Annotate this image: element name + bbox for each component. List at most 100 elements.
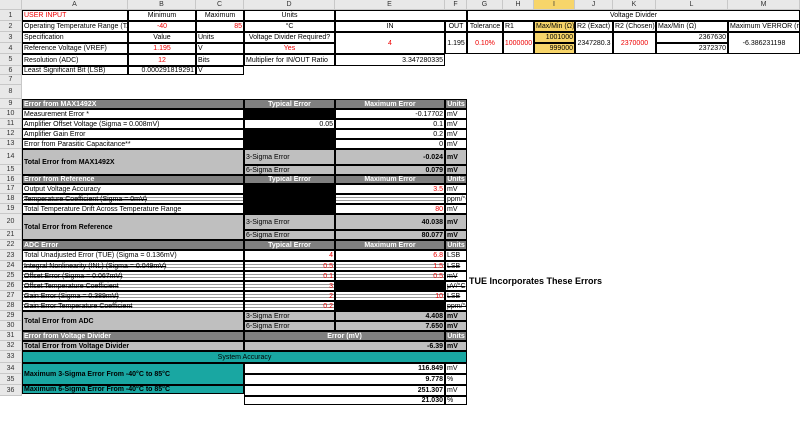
row-header-32[interactable]: 32 <box>0 341 22 351</box>
vref-value[interactable]: 1.195 <box>128 43 196 54</box>
six-sigma-unit[interactable]: mV <box>445 230 467 240</box>
section-total-label[interactable]: Total Error from ADC <box>22 311 244 331</box>
adc-unit[interactable]: mV <box>445 271 467 281</box>
reference-maximum-value[interactable] <box>335 194 445 204</box>
row-header-10[interactable]: 10 <box>0 109 22 119</box>
reference-typical-cell[interactable] <box>244 204 335 214</box>
maximum-error-header[interactable]: Maximum Error <box>335 240 445 250</box>
units-header[interactable]: Units <box>445 99 467 109</box>
row-header-4[interactable]: 4 <box>0 43 22 54</box>
adc-typical-value[interactable]: 0.1 <box>244 271 335 281</box>
r1-max[interactable]: 1001000 <box>534 32 575 43</box>
six-sigma-system-mv-unit[interactable]: mV <box>445 385 467 396</box>
header-maxmin[interactable]: Max/Min (Ω) <box>534 21 575 32</box>
section-title[interactable]: Error from Reference <box>22 175 244 184</box>
row-header-29[interactable]: 29 <box>0 311 22 321</box>
adc-unit[interactable]: LSB <box>445 291 467 301</box>
temp-units[interactable]: °C <box>244 21 335 32</box>
voltage-divider-title[interactable]: Voltage Divider <box>467 10 800 21</box>
three-sigma-system-pct[interactable]: 9.778 <box>244 374 445 385</box>
reference-maximum-value[interactable]: 3.5 <box>335 184 445 194</box>
header-tolerance[interactable]: Tolerance <box>467 21 503 32</box>
cell[interactable] <box>335 10 467 21</box>
reference-item-label[interactable]: Output Voltage Accuracy <box>22 184 244 194</box>
max-verror-value[interactable]: -6.386231198 <box>728 32 800 54</box>
header-r1[interactable]: R1 <box>503 21 534 32</box>
in-value[interactable]: 4 <box>335 32 445 54</box>
row-header-3[interactable]: 3 <box>0 32 22 43</box>
three-sigma-unit[interactable]: mV <box>445 311 467 321</box>
typical-error-value[interactable] <box>244 129 335 139</box>
r1-value[interactable]: 1000000 <box>503 32 534 54</box>
r2-max[interactable]: 2367630 <box>656 32 728 43</box>
six-sigma-system-pct-unit[interactable]: % <box>445 396 467 405</box>
row-header-1[interactable]: 1 <box>0 10 22 21</box>
r2-exact-value[interactable]: 2347280.3 <box>575 32 613 54</box>
row-header-9[interactable]: 9 <box>0 99 22 109</box>
maximum-error-value[interactable]: 0.2 <box>335 129 445 139</box>
row-header-14[interactable]: 14 <box>0 149 22 165</box>
row-header-23[interactable]: 23 <box>0 250 22 261</box>
three-sigma-system-mv[interactable]: 116.849 <box>244 363 445 374</box>
lsb-units[interactable]: V <box>196 66 244 75</box>
six-sigma-value[interactable]: 80.077 <box>335 230 445 240</box>
column-header-C[interactable]: C <box>196 0 244 10</box>
header-r2-exact[interactable]: R2 (Exact) <box>575 21 613 32</box>
adc-unit[interactable]: LSB <box>445 261 467 271</box>
adc-maximum-value[interactable] <box>335 301 445 311</box>
row-header-26[interactable]: 26 <box>0 281 22 291</box>
multiplier-value[interactable]: 3.347280335 <box>335 54 445 66</box>
row-header-19[interactable]: 19 <box>0 204 22 214</box>
voltage-divider-total-value[interactable]: -6.39 <box>244 341 445 351</box>
row-header-7[interactable]: 7 <box>0 75 22 85</box>
row-header-22[interactable]: 22 <box>0 240 22 250</box>
lsb-label[interactable]: Least Significant Bit (LSB) <box>22 66 128 75</box>
voltage-divider-total-label[interactable]: Total Error from Voltage Divider <box>22 341 244 351</box>
column-header-D[interactable]: D <box>244 0 335 10</box>
six-sigma-value[interactable]: 7.650 <box>335 321 445 331</box>
three-sigma-label[interactable]: 3-Sigma Error <box>244 311 335 321</box>
section-total-label[interactable]: Total Error from MAX1492X <box>22 149 244 175</box>
header-max-verror[interactable]: Maximum VERROR (mV) <box>728 21 800 32</box>
adc-unit[interactable]: ppm/°C <box>445 301 467 311</box>
adc-maximum-value[interactable]: 10 <box>335 291 445 301</box>
column-header-G[interactable]: G <box>467 0 503 10</box>
adc-item-label[interactable]: Total Unadjusted Error (TUE) (Sigma = 0.… <box>22 250 244 261</box>
column-header-B[interactable]: B <box>128 0 196 10</box>
row-header-24[interactable]: 24 <box>0 261 22 271</box>
header-units[interactable]: Units <box>244 10 335 21</box>
row-header-12[interactable]: 12 <box>0 129 22 139</box>
six-sigma-label[interactable]: 6-Sigma Error <box>244 165 335 175</box>
three-sigma-system-label[interactable]: Maximum 3-Sigma Error From -40°C to 85°C <box>22 363 244 385</box>
typical-error-value[interactable] <box>244 139 335 149</box>
adc-typical-value[interactable]: 4 <box>244 250 335 261</box>
row-header-28[interactable]: 28 <box>0 301 22 311</box>
three-sigma-label[interactable]: 3-Sigma Error <box>244 214 335 230</box>
row-header-16[interactable]: 16 <box>0 175 22 184</box>
column-header-E[interactable]: E <box>335 0 445 10</box>
three-sigma-unit[interactable]: mV <box>445 149 467 165</box>
row-header-35[interactable]: 35 <box>0 374 22 385</box>
row-header-34[interactable]: 34 <box>0 363 22 374</box>
maximum-error-header[interactable]: Maximum Error <box>335 99 445 109</box>
row-header-15[interactable]: 15 <box>0 165 22 175</box>
r2-chosen-value[interactable]: 2370000 <box>613 32 656 54</box>
system-accuracy-title[interactable]: System Accuracy <box>22 351 467 363</box>
voltage-divider-error-title[interactable]: Error from Voltage Divider <box>22 331 244 341</box>
six-sigma-label[interactable]: 6-Sigma Error <box>244 321 335 331</box>
lsb-value[interactable]: 0.000291819291 <box>128 66 196 75</box>
row-header-20[interactable]: 20 <box>0 214 22 230</box>
temp-minimum[interactable]: -40 <box>128 21 196 32</box>
units-header[interactable]: Units <box>445 331 467 341</box>
adc-item-label[interactable]: Gain Error (Sigma = 0.389mV) <box>22 291 244 301</box>
header-value[interactable]: Value <box>128 32 196 43</box>
adc-maximum-value[interactable] <box>335 281 445 291</box>
units-header[interactable]: Units <box>445 175 467 184</box>
reference-maximum-value[interactable]: 80 <box>335 204 445 214</box>
row-header-13[interactable]: 13 <box>0 139 22 149</box>
adc-typical-value[interactable]: 0.5 <box>244 261 335 271</box>
voltage-divider-total-unit[interactable]: mV <box>445 341 467 351</box>
column-header-J[interactable]: J <box>575 0 613 10</box>
r2-min[interactable]: 2372370 <box>656 43 728 54</box>
adc-unit[interactable]: LSB <box>445 250 467 261</box>
